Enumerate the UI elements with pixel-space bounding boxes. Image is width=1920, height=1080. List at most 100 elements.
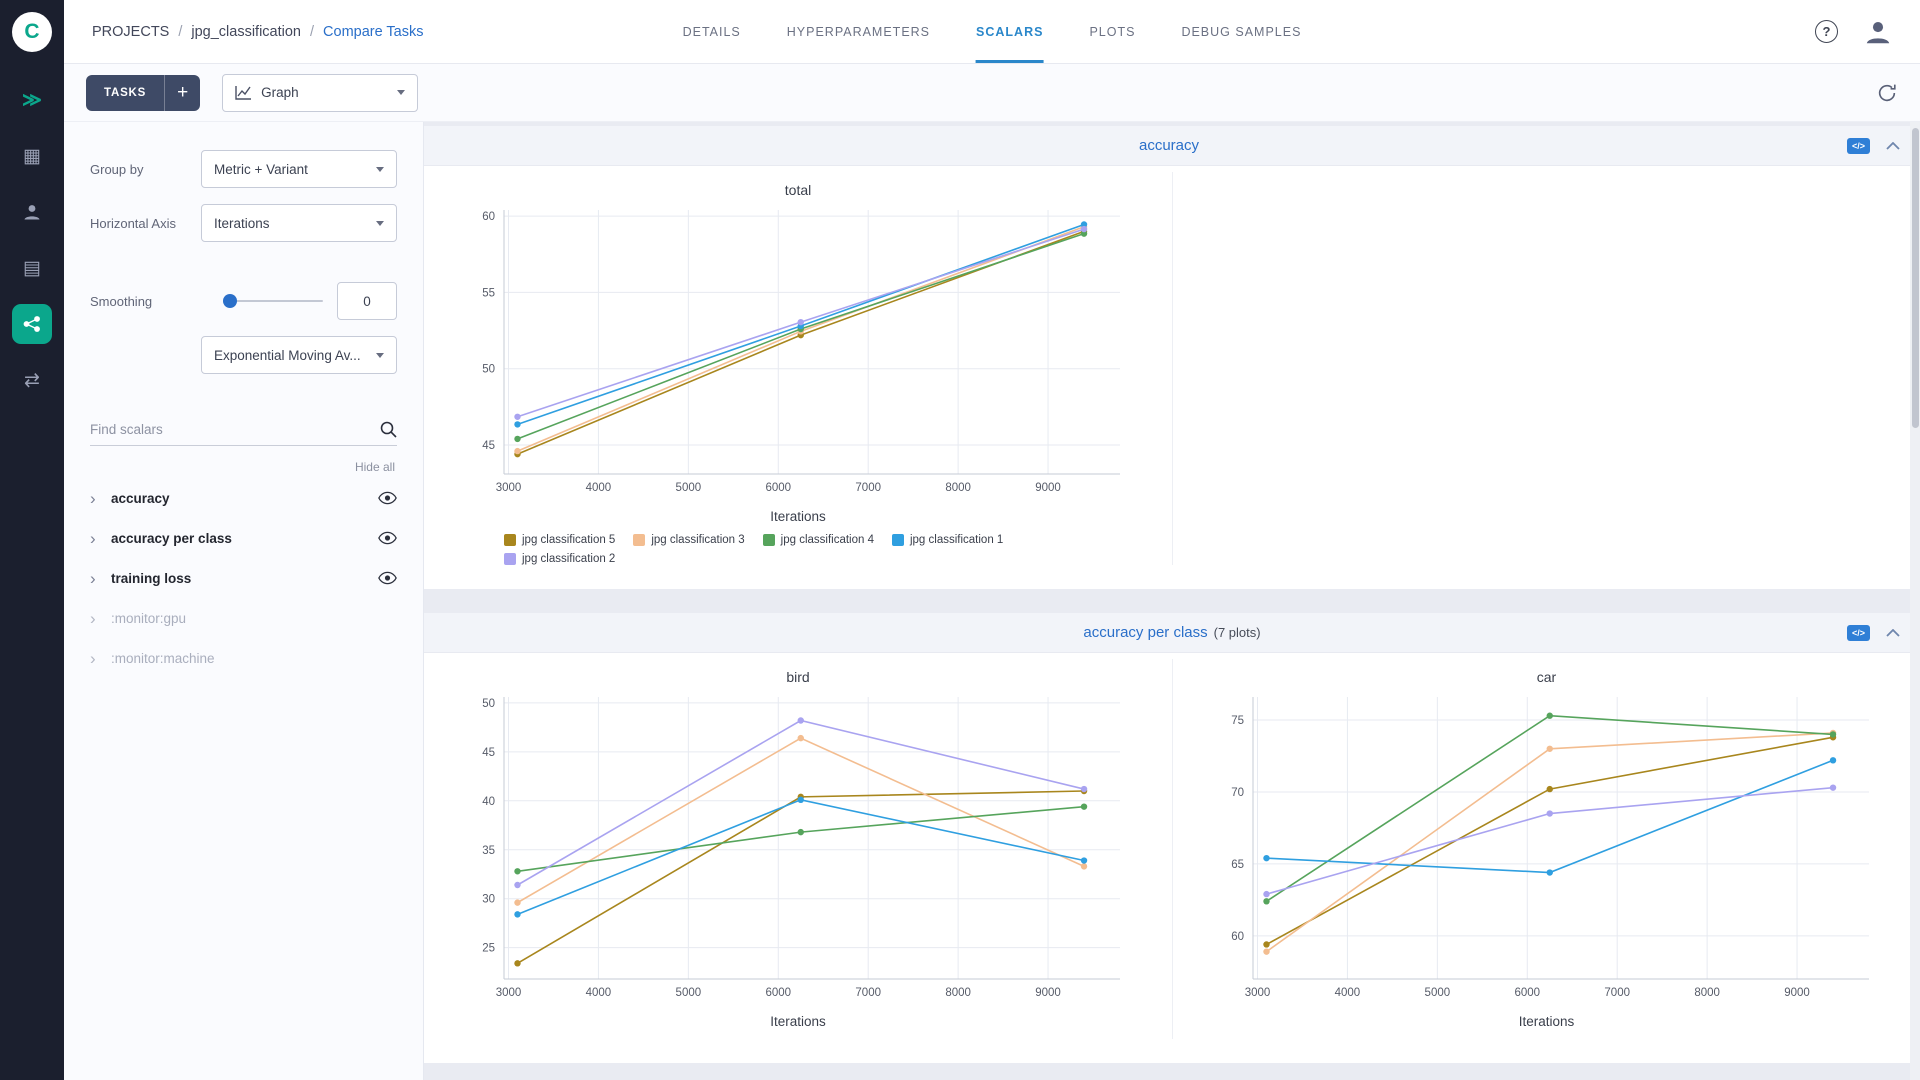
- svg-text:55: 55: [482, 287, 495, 299]
- chart-plot[interactable]: 3000 4000 5000 6000 7000 8000 9000 45 50 55 60: [458, 200, 1138, 507]
- breadcrumb-projects[interactable]: PROJECTS: [92, 24, 169, 40]
- tab-debug-samples[interactable]: DEBUG SAMPLES: [1181, 0, 1301, 63]
- section-actions: </>: [1846, 137, 1920, 154]
- chart-accuracy-car[interactable]: car 3000 4000 5000 6000 7000 8000 9000 60 65 70 75…: [1207, 659, 1887, 1039]
- collapse-section-icon[interactable]: [1886, 141, 1900, 150]
- chart-plot[interactable]: 3000 4000 5000 6000 7000 8000 9000 60 65 70 75: [1207, 687, 1887, 1012]
- worker-person-icon: [24, 205, 40, 220]
- datasets-icon[interactable]: ▤: [12, 248, 52, 288]
- smoothing-value-input[interactable]: [337, 282, 397, 320]
- collapse-section-icon[interactable]: [1886, 628, 1900, 637]
- slider-track: [223, 300, 323, 302]
- horizontal-axis-select[interactable]: Iterations: [201, 204, 397, 242]
- chevron-right-icon[interactable]: ›: [90, 650, 104, 667]
- user-avatar-icon[interactable]: [1864, 18, 1892, 46]
- auto-refresh-button[interactable]: [1876, 82, 1898, 104]
- svg-text:35: 35: [482, 845, 495, 857]
- projects-icon[interactable]: ▦: [12, 136, 52, 176]
- breadcrumb-separator: /: [310, 23, 315, 40]
- svg-text:5000: 5000: [1424, 987, 1450, 999]
- tasks-button[interactable]: TASKS: [86, 74, 165, 111]
- svg-text:4000: 4000: [1334, 987, 1360, 999]
- svg-text:4000: 4000: [586, 987, 612, 999]
- line-chart-svg: 3000 4000 5000 6000 7000 8000 9000 25 30 35 40 45 50: [482, 697, 1120, 999]
- scrollbar-thumb[interactable]: [1912, 128, 1919, 428]
- legend-swatch: [891, 534, 904, 546]
- line-chart-svg: 3000 4000 5000 6000 7000 8000 9000 60 65 70 75: [1231, 697, 1869, 999]
- legend-item[interactable]: jpg classification 1: [891, 534, 1003, 546]
- svg-text:65: 65: [1231, 859, 1244, 871]
- metric-section-accuracy: accuracy </> total 3000 4000 5000 6000 7000 8…: [424, 126, 1920, 589]
- scalar-group--monitor-gpu[interactable]: ›:monitor:gpu: [90, 598, 397, 638]
- chart-accuracy-bird[interactable]: bird 3000 4000 5000 6000 7000 8000 9000 25 30 35 4…: [458, 659, 1138, 1039]
- legend-swatch: [633, 534, 646, 546]
- legend-swatch: [504, 534, 516, 546]
- scrollbar[interactable]: [1910, 122, 1920, 1080]
- svg-text:70: 70: [1231, 787, 1244, 799]
- legend-item[interactable]: jpg classification 5: [504, 534, 615, 546]
- refresh-icon: [1878, 84, 1896, 101]
- clearml-logo[interactable]: C: [12, 12, 52, 52]
- chevron-right-icon[interactable]: ›: [90, 490, 104, 507]
- content-column: PROJECTS / jpg_classification / Compare …: [64, 0, 1920, 1080]
- scalar-group--monitor-machine[interactable]: ›:monitor:machine: [90, 638, 397, 678]
- scalar-group-accuracy[interactable]: › accuracy: [90, 478, 397, 518]
- svg-text:50: 50: [482, 698, 495, 710]
- hide-all-link[interactable]: Hide all: [92, 460, 395, 474]
- getting-started-icon[interactable]: ≫: [12, 80, 52, 120]
- header-tabs: DETAILS HYPERPARAMETERS SCALARS PLOTS DEBUG …: [683, 0, 1302, 63]
- top-header: PROJECTS / jpg_classification / Compare …: [64, 0, 1920, 64]
- slider-thumb[interactable]: [223, 294, 237, 308]
- chart-accuracy-total[interactable]: total 3000 4000 5000 6000 7000 8000 9000 45 50 55…: [458, 172, 1138, 565]
- pipelines-icon[interactable]: ⇄: [12, 360, 52, 400]
- svg-text:5000: 5000: [676, 482, 702, 494]
- svg-text:7000: 7000: [1604, 987, 1630, 999]
- caret-down-icon: [376, 352, 384, 358]
- chart-legend: jpg classification 5 jpg classification 3…: [504, 534, 1064, 565]
- embed-code-icon[interactable]: </>: [1846, 137, 1870, 154]
- chart-plot[interactable]: 3000 4000 5000 6000 7000 8000 9000 25 30 35 40 45 50: [458, 687, 1138, 1012]
- experiments-icon[interactable]: [12, 304, 52, 344]
- svg-text:8000: 8000: [1694, 987, 1720, 999]
- tasks-button-group: TASKS +: [86, 74, 201, 111]
- group-by-select[interactable]: Metric + Variant: [201, 150, 397, 188]
- chart-cell: car 3000 4000 5000 6000 7000 8000 9000 60 65 70 75…: [1172, 659, 1920, 1039]
- scalars-settings-panel: Group by Metric + Variant Horizontal Axi…: [64, 122, 424, 1080]
- tab-details[interactable]: DETAILS: [683, 0, 741, 63]
- smoothing-method-select[interactable]: Exponential Moving Av...: [201, 336, 397, 374]
- svg-text:60: 60: [482, 211, 495, 223]
- chevron-right-icon[interactable]: ›: [90, 610, 104, 627]
- group-by-label: Group by: [90, 161, 144, 177]
- svg-text:3000: 3000: [1244, 987, 1270, 999]
- help-icon[interactable]: ?: [1815, 20, 1838, 43]
- tab-plots[interactable]: PLOTS: [1089, 0, 1135, 63]
- legend-item[interactable]: jpg classification 2: [504, 553, 615, 565]
- page-body: Group by Metric + Variant Horizontal Axi…: [64, 122, 1920, 1080]
- workers-icon[interactable]: [12, 192, 52, 232]
- chart-cell: total 3000 4000 5000 6000 7000 8000 9000 45 50 55…: [424, 172, 1172, 565]
- legend-item[interactable]: jpg classification 3: [633, 534, 745, 546]
- scalar-group-training-loss[interactable]: › training loss: [90, 558, 397, 598]
- breadcrumb-project-name[interactable]: jpg_classification: [191, 24, 301, 40]
- add-task-button[interactable]: +: [164, 74, 201, 111]
- tab-hyperparameters[interactable]: HYPERPARAMETERS: [787, 0, 930, 63]
- scalars-list: › accuracy › accuracy per class › training lo…: [90, 478, 397, 678]
- legend-item[interactable]: jpg classification 4: [762, 534, 874, 546]
- tab-scalars[interactable]: SCALARS: [976, 0, 1044, 63]
- view-type-select[interactable]: Graph: [222, 73, 419, 112]
- embed-code-icon[interactable]: </>: [1846, 624, 1870, 641]
- search-icon[interactable]: [379, 420, 397, 438]
- eye-icon[interactable]: [378, 491, 397, 505]
- svg-text:6000: 6000: [765, 482, 791, 494]
- smoothing-slider[interactable]: [223, 294, 323, 308]
- chevron-right-icon[interactable]: ›: [90, 530, 104, 547]
- metric-section-accuracy-per-class: accuracy per class (7 plots) </> bird 300…: [424, 613, 1920, 1063]
- scalars-scroll-area[interactable]: accuracy </> total 3000 4000 5000 6000 7000 8…: [424, 122, 1920, 1080]
- chevron-right-icon[interactable]: ›: [90, 570, 104, 587]
- scalar-group-accuracy-per-class[interactable]: › accuracy per class: [90, 518, 397, 558]
- find-scalars-input[interactable]: [90, 421, 379, 437]
- scalars-toolbar: TASKS + Graph: [64, 64, 1920, 122]
- eye-icon[interactable]: [378, 531, 397, 545]
- eye-icon[interactable]: [378, 571, 397, 585]
